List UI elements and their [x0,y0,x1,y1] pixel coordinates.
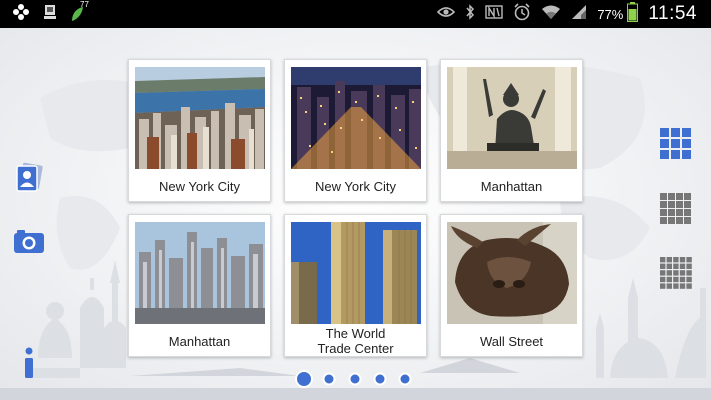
photo-tile[interactable]: Wall Street [440,214,583,357]
photo-tile[interactable]: Manhattan [440,59,583,202]
notification-badge: 77 [80,0,89,9]
photo-tile[interactable]: Manhattan [128,214,271,357]
grid-4x4-button[interactable] [656,192,694,230]
wifi-icon [541,4,561,25]
clock: 11:54 [648,3,697,24]
signal-icon [571,4,587,25]
status-bar: 77 77% 11:54 [0,0,711,28]
grid-5x5-icon [659,256,692,294]
camera-button[interactable] [12,228,46,258]
tile-caption: New York City [315,178,396,194]
contact-card-button[interactable] [12,162,46,199]
tile-photo-manhattan-night [291,67,421,169]
alarm-icon [513,2,531,26]
grid-3x3-button[interactable] [656,127,694,165]
leaf-app-icon: 77 [70,0,93,22]
tile-caption: Wall Street [479,333,544,349]
contact-card-icon [14,162,44,199]
battery-percent: 77% [597,6,624,22]
photo-tile[interactable]: New York City [284,59,427,202]
battery-icon [627,1,639,27]
tile-photo-charging-bull [447,222,577,324]
download-icon [44,4,56,25]
notification-icons: 77 [12,0,93,26]
camera-icon [13,228,45,259]
info-button[interactable] [18,347,40,384]
grid-3x3-icon [659,127,692,165]
nfc-icon [485,4,504,24]
tile-photo-midtown [135,222,265,324]
eye-icon [437,5,456,24]
grid-5x5-button[interactable] [656,256,694,294]
system-icons: 77% 11:54 [437,0,697,28]
tile-caption: New York City [159,178,240,194]
tile-photo-twin-towers [291,222,421,324]
gamepad-icon [12,3,30,26]
grid-4x4-icon [659,192,692,230]
bluetooth-icon [465,3,475,25]
info-icon [21,347,37,384]
tile-caption: Manhattan [168,333,231,349]
tile-caption: The World Trade Center [317,326,394,356]
tile-caption: Manhattan [480,178,543,194]
photo-tile[interactable]: New York City [128,59,271,202]
photo-tile[interactable]: The World Trade Center [284,214,427,357]
tile-photo-statue [447,67,577,169]
tile-photo-manhattan-skyline [135,67,265,169]
